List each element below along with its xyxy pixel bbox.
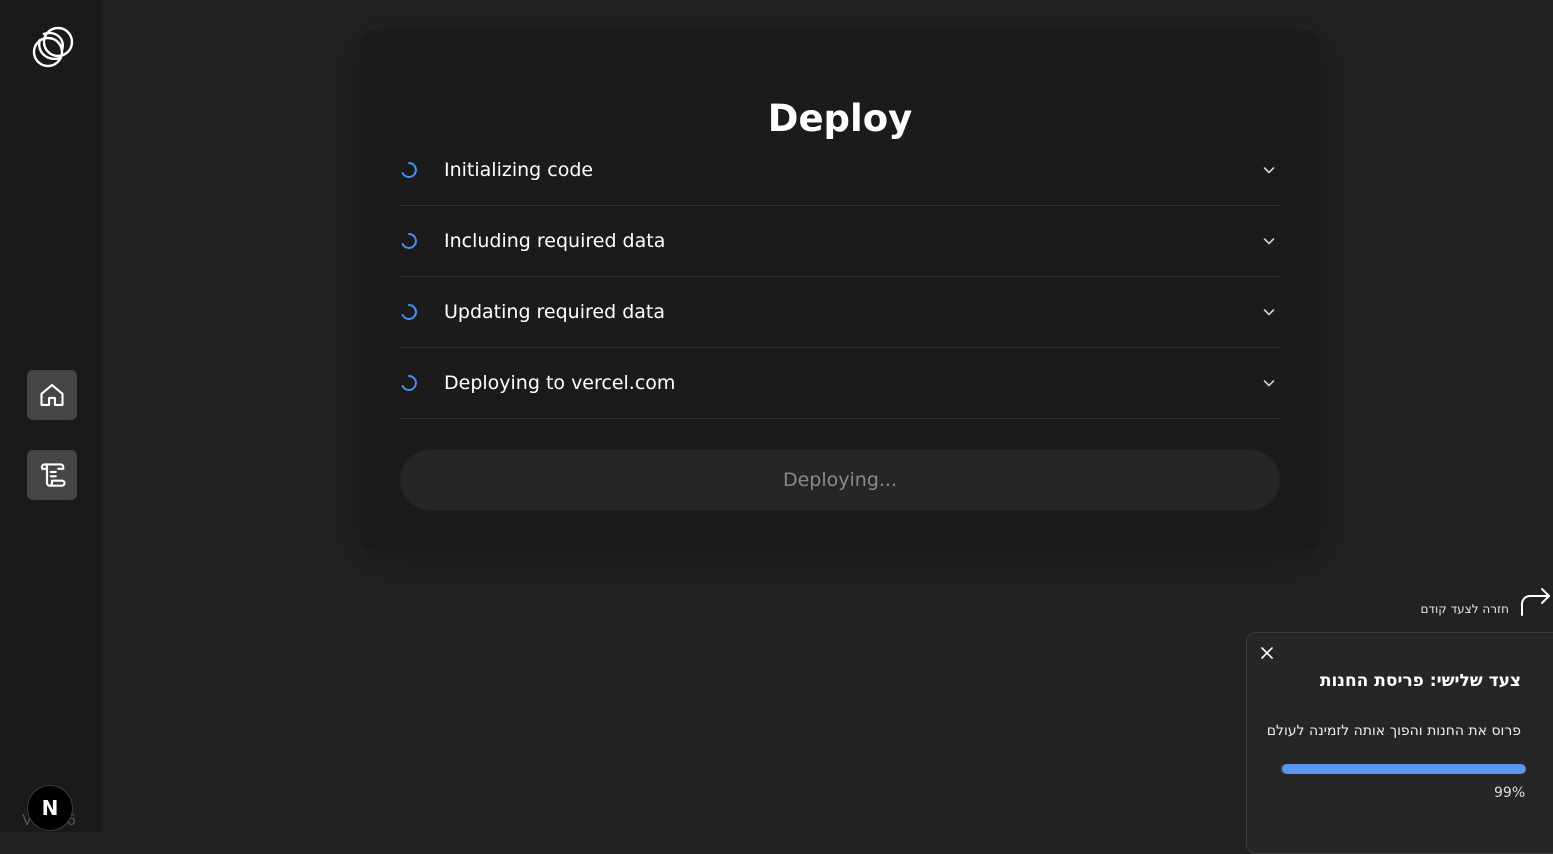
tour-title: צעד שלישי: פריסת החנות	[1319, 671, 1521, 691]
loading-spinner-icon	[401, 233, 417, 249]
progress-text: 99%	[1494, 785, 1526, 801]
logo-icon[interactable]	[26, 20, 78, 72]
sidebar: V… 2.6 N	[0, 0, 102, 832]
arrow-forward-icon	[1521, 588, 1550, 616]
tour-panel: צעד שלישי: פריסת החנות פרוס את החנות והפ…	[1246, 632, 1553, 854]
step-initializing-code[interactable]: Initializing code	[400, 135, 1280, 206]
progress-fill	[1282, 764, 1526, 774]
tour-description: פרוס את החנות והפוך אותה לזמינה לעולם	[1266, 723, 1521, 739]
back-to-previous-step-link[interactable]: חזרה לצעד קודם	[1420, 584, 1553, 618]
loading-spinner-icon	[401, 162, 417, 178]
step-label: Initializing code	[444, 159, 594, 181]
step-label: Deploying to vercel.com	[444, 372, 676, 394]
back-link-label: חזרה לצעד קודם	[1420, 602, 1509, 616]
scroll-icon	[40, 463, 66, 487]
next-badge[interactable]: N	[27, 785, 73, 831]
loading-spinner-icon	[401, 375, 417, 391]
page-title: Deploy	[767, 97, 913, 140]
loading-spinner-icon	[401, 304, 417, 320]
chevron-down-icon	[1263, 167, 1275, 174]
chevron-down-icon	[1263, 238, 1275, 245]
step-including-required-data[interactable]: Including required data	[400, 206, 1280, 277]
step-updating-required-data[interactable]: Updating required data	[400, 277, 1280, 348]
chevron-down-icon	[1263, 380, 1275, 387]
chevron-down-icon	[1263, 309, 1275, 316]
step-label: Including required data	[444, 230, 666, 252]
deploy-button[interactable]: Deploying...	[400, 450, 1280, 510]
step-deploying-to-vercel[interactable]: Deploying to vercel.com	[400, 348, 1280, 419]
home-icon	[40, 384, 64, 406]
close-icon[interactable]	[1259, 645, 1275, 661]
step-label: Updating required data	[444, 301, 665, 323]
sidebar-item-home[interactable]	[27, 370, 77, 420]
deploy-card: Deploy Initializing code Including requi…	[360, 30, 1320, 550]
progress-bar	[1280, 764, 1526, 774]
sidebar-item-scroll[interactable]	[27, 450, 77, 500]
